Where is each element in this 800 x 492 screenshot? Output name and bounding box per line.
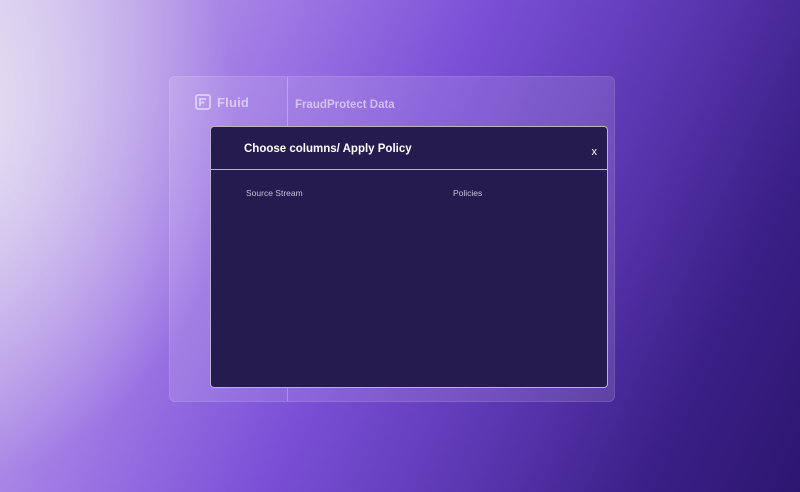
brand-name: Fluid (217, 94, 250, 110)
modal-title: Choose columns/ Apply Policy (244, 143, 412, 155)
page-title: FraudProtect Data (295, 99, 395, 111)
source-stream-column-header: Source Stream (246, 188, 303, 198)
brand-logo[interactable]: Fluid (195, 94, 249, 110)
choose-columns-modal: Choose columns/ Apply Policy x Source St… (210, 126, 608, 388)
modal-header: Choose columns/ Apply Policy x (211, 127, 607, 170)
fluid-logo-icon (195, 94, 211, 110)
policies-column-header: Policies (453, 188, 483, 198)
close-button[interactable]: x (592, 147, 598, 158)
